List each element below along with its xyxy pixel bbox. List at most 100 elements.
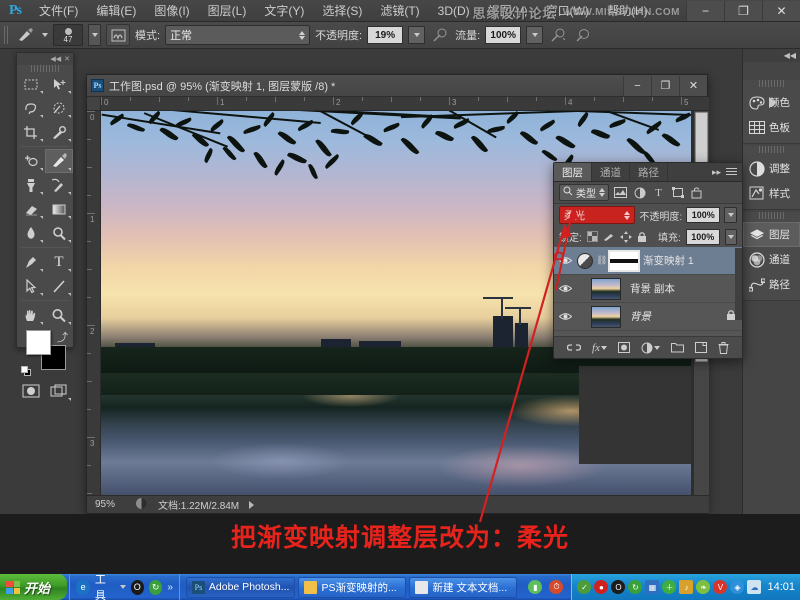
status-zoom-value[interactable]: 95% (95, 499, 125, 510)
tool-spot-healing[interactable] (17, 149, 45, 173)
app-minimize-button[interactable]: − (686, 1, 724, 21)
layer-opacity-dropdown-button[interactable] (724, 207, 737, 223)
add-layer-mask-button[interactable] (618, 342, 630, 353)
opera-icon[interactable]: O (131, 580, 144, 595)
tool-hand[interactable] (17, 303, 45, 327)
cloud-icon[interactable]: ☁ (747, 580, 761, 594)
default-colors-icon[interactable] (21, 366, 32, 377)
toolbox-grip[interactable] (31, 65, 59, 72)
flow-dropdown-button[interactable] (526, 26, 543, 44)
dock-item-layers[interactable]: 图层 (743, 222, 800, 247)
document-title-bar[interactable]: Ps 工作图.psd @ 95% (渐变映射 1, 图层蒙版 /8) * − ❐… (87, 75, 707, 97)
dock-item-paths[interactable]: 路径 (743, 272, 800, 297)
tab-layers[interactable]: 图层 (554, 163, 592, 181)
pressure-opacity-icon[interactable] (430, 25, 450, 45)
link-layers-button[interactable] (567, 342, 581, 353)
start-button[interactable]: 开始 (0, 574, 67, 600)
flow-input[interactable]: 100% (485, 26, 521, 44)
adjustment-filter-icon[interactable] (632, 185, 647, 201)
layer-thumbnail[interactable] (591, 306, 621, 328)
collapse-panel-icon[interactable]: ▸▸ (712, 167, 721, 178)
tool-brush[interactable] (45, 149, 73, 173)
swap-colors-icon[interactable]: ⤴ (57, 329, 68, 345)
blend-mode-select[interactable]: 正常 (165, 25, 310, 45)
tab-paths[interactable]: 路径 (630, 163, 668, 181)
dock-group-color-grip[interactable] (759, 80, 784, 87)
tool-eyedropper[interactable] (45, 120, 73, 144)
layer-filter-select[interactable]: 类型 (559, 184, 609, 201)
layer-style-button[interactable]: fx (592, 342, 607, 354)
vertical-ruler[interactable]: 0 1 2 3 (87, 111, 101, 501)
tool-move[interactable] (45, 72, 73, 96)
airbrush-toggle-icon[interactable] (548, 25, 568, 45)
tool-line[interactable] (45, 274, 73, 298)
status-menu-arrow-icon[interactable] (249, 501, 254, 509)
tools-chevron-down-icon[interactable] (120, 585, 126, 589)
delete-layer-button[interactable] (718, 342, 729, 354)
pixel-filter-icon[interactable] (613, 185, 628, 201)
menu-3d[interactable]: 3D(D) (429, 0, 479, 22)
plus-icon[interactable]: ＋ (662, 580, 676, 594)
menu-filter[interactable]: 滤镜(T) (371, 0, 428, 22)
pressure-size-icon[interactable] (573, 25, 593, 45)
dock-group-layers-grip[interactable] (759, 212, 784, 219)
document-minimize-button[interactable]: − (623, 76, 651, 96)
opacity-input[interactable]: 19% (367, 26, 403, 44)
brush-size-preview[interactable]: 47 (53, 24, 83, 46)
layer-row-background-copy[interactable]: 背景 副本 (554, 275, 742, 303)
app-restore-button[interactable]: ❐ (724, 1, 762, 21)
brush-panel-toggle-icon[interactable] (106, 24, 130, 46)
new-adjustment-layer-button[interactable] (641, 342, 660, 354)
layer-name[interactable]: 背景 (630, 309, 651, 324)
lock-position-icon[interactable] (620, 230, 632, 244)
menu-edit[interactable]: 编辑(E) (87, 0, 145, 22)
toolbox-collapse-icon[interactable]: ◀◀ (50, 55, 61, 63)
dock-group-adjustments-grip[interactable] (759, 146, 784, 153)
tool-zoom[interactable] (45, 303, 73, 327)
new-layer-button[interactable] (695, 342, 707, 353)
music-icon[interactable]: ♪ (679, 580, 693, 594)
tool-type[interactable]: T (45, 250, 73, 274)
menu-image[interactable]: 图像(I) (145, 0, 198, 22)
document-close-button[interactable]: ✕ (679, 76, 707, 96)
tools-label[interactable]: 工具 (95, 571, 115, 600)
lock-image-pixels-icon[interactable] (603, 230, 615, 244)
layer-name[interactable]: 渐变映射 1 (643, 253, 694, 268)
dock-play-button[interactable] (743, 94, 800, 110)
task-adobe-photoshop[interactable]: Ps Adobe Photosh... (186, 577, 296, 598)
refresh-icon[interactable]: ↻ (628, 580, 642, 594)
taskbar-clock[interactable]: 14:01 (767, 581, 795, 593)
menu-layer[interactable]: 图层(L) (199, 0, 256, 22)
brush-preset-chevron-icon[interactable] (42, 33, 48, 37)
layer-fill-input[interactable]: 100% (686, 229, 720, 245)
tool-quick-selection[interactable] (45, 96, 73, 120)
toolbox-close-icon[interactable]: ✕ (64, 55, 70, 63)
shape-filter-icon[interactable] (670, 185, 685, 201)
tool-pen[interactable] (17, 250, 45, 274)
document-maximize-button[interactable]: ❐ (651, 76, 679, 96)
opacity-dropdown-button[interactable] (408, 26, 425, 44)
mask-link-icon[interactable]: ⛓ (596, 255, 605, 266)
brush-tool-icon[interactable] (15, 25, 37, 45)
type-filter-icon[interactable]: T (651, 185, 666, 201)
tool-crop[interactable] (17, 120, 45, 144)
quick-mask-toggle[interactable] (17, 379, 45, 403)
tool-history-brush[interactable] (45, 173, 73, 197)
layer-opacity-input[interactable]: 100% (686, 207, 720, 223)
task-new-text-document[interactable]: 新建 文本文档... (409, 577, 517, 598)
tool-clone-stamp[interactable] (17, 173, 45, 197)
shield-icon[interactable]: ✓ (577, 580, 591, 594)
app-close-button[interactable]: ✕ (762, 1, 800, 21)
screen-mode-toggle[interactable] (45, 379, 73, 403)
dock-item-channels[interactable]: 通道 (743, 247, 800, 272)
tool-marquee[interactable] (17, 72, 45, 96)
foreground-color-swatch[interactable] (26, 330, 51, 355)
chevron-more-icon[interactable]: » (167, 582, 173, 593)
battery-icon[interactable]: ▮ (528, 580, 542, 594)
tool-gradient[interactable] (45, 197, 73, 221)
dock-item-styles[interactable]: 样式 (743, 181, 800, 206)
tab-channels[interactable]: 通道 (592, 163, 630, 181)
layer-fill-dropdown-button[interactable] (725, 229, 737, 245)
new-group-button[interactable] (671, 342, 684, 353)
horizontal-ruler[interactable]: 0 1 2 3 4 5 (87, 97, 709, 111)
